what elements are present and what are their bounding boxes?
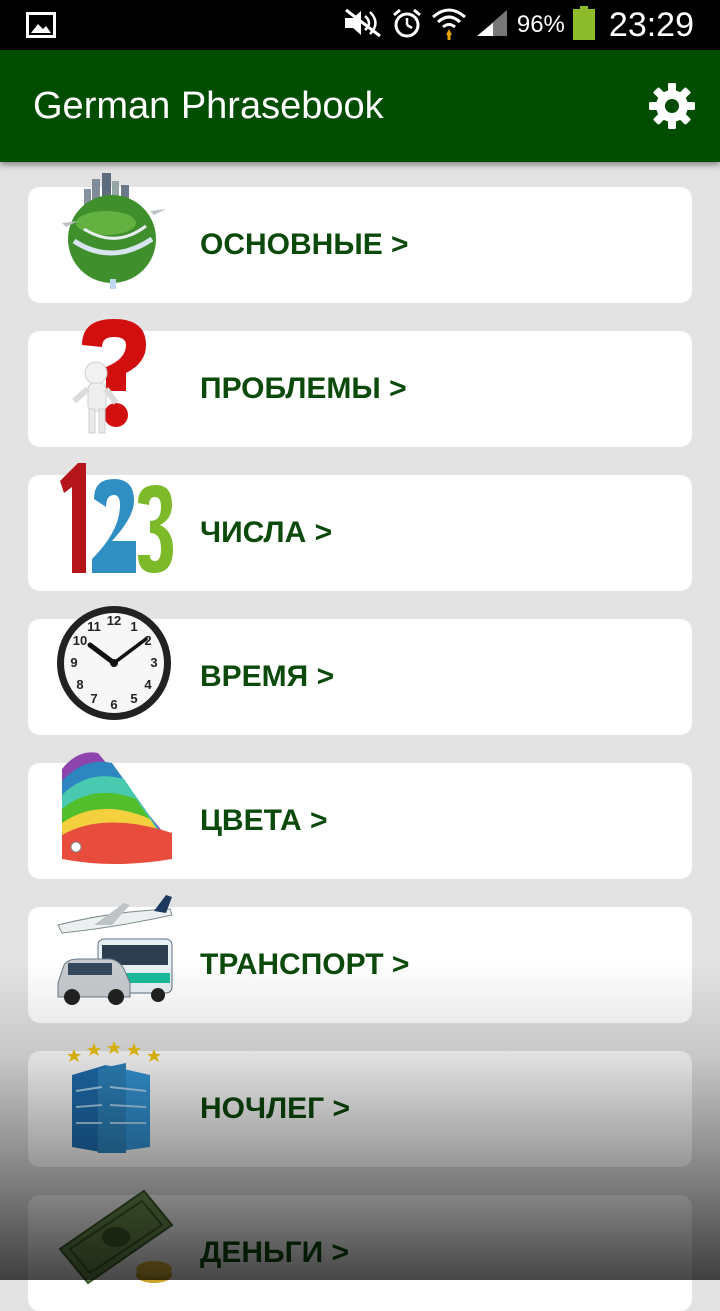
clock: 23:29 [608, 5, 694, 44]
svg-text:1: 1 [130, 619, 137, 634]
hotel-icon [54, 1035, 174, 1155]
svg-text:11: 11 [87, 619, 101, 634]
svg-text:3: 3 [150, 655, 157, 670]
wifi-icon [431, 5, 467, 46]
transport-icon [54, 891, 174, 1011]
category-label: ТРАНСПОРТ > [200, 948, 410, 981]
svg-text:12: 12 [107, 613, 121, 628]
category-label: ОСНОВНЫЕ > [200, 228, 409, 261]
svg-text:5: 5 [130, 691, 137, 706]
money-icon [54, 1179, 174, 1299]
svg-text:4: 4 [144, 677, 152, 692]
category-list: ОСНОВНЫЕ > ПРОБЛЕМЫ > ЧИСЛА > 12 1 2 3 4… [0, 162, 720, 1311]
svg-text:6: 6 [110, 697, 117, 712]
alarm-icon [391, 7, 423, 44]
category-label: ЧИСЛА > [200, 516, 333, 549]
clock-icon: 12 1 2 3 4 5 6 7 8 9 10 11 [54, 603, 174, 723]
svg-text:7: 7 [90, 691, 97, 706]
category-label: НОЧЛЕГ > [200, 1092, 350, 1125]
category-label: ДЕНЬГИ > [200, 1236, 350, 1269]
category-label: ВРЕМЯ > [200, 660, 335, 693]
svg-text:8: 8 [76, 677, 83, 692]
battery-icon [572, 5, 595, 45]
signal-icon [475, 8, 509, 43]
battery-percent: 96% [516, 11, 565, 38]
category-card-transport[interactable]: ТРАНСПОРТ > [28, 895, 692, 1023]
category-card-lodging[interactable]: НОЧЛЕГ > [28, 1041, 692, 1167]
category-card-problems[interactable]: ПРОБЛЕМЫ > [28, 319, 692, 447]
numbers-icon [54, 459, 174, 579]
category-card-money[interactable]: ДЕНЬГИ > [28, 1189, 692, 1311]
gear-icon[interactable] [648, 82, 696, 130]
color-palette-icon [54, 747, 174, 867]
question-mark-icon [54, 315, 174, 435]
globe-icon [54, 171, 174, 291]
status-bar: 96% 23:29 [0, 0, 720, 50]
category-card-colors[interactable]: ЦВЕТА > [28, 752, 692, 879]
mute-icon [343, 8, 383, 43]
category-card-basics[interactable]: ОСНОВНЫЕ > [28, 173, 692, 303]
svg-text:10: 10 [73, 633, 87, 648]
svg-text:9: 9 [70, 655, 77, 670]
category-label: ЦВЕТА > [200, 804, 328, 837]
app-title: German Phrasebook [33, 85, 384, 127]
category-card-time[interactable]: 12 1 2 3 4 5 6 7 8 9 10 11 ВРЕМЯ > [28, 606, 692, 735]
app-bar: German Phrasebook [0, 50, 720, 162]
category-card-numbers[interactable]: ЧИСЛА > [28, 463, 692, 591]
category-label: ПРОБЛЕМЫ > [200, 372, 407, 405]
image-icon [26, 12, 56, 43]
